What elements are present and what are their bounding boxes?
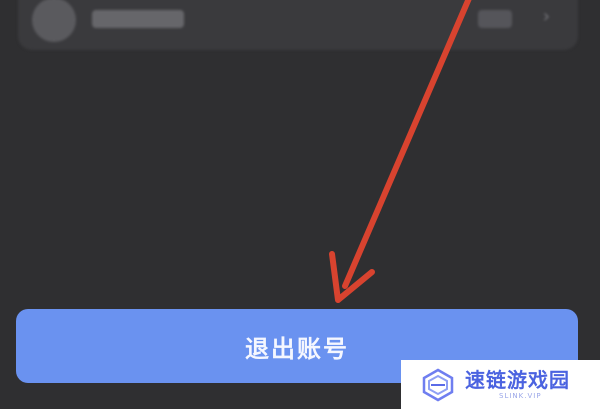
app-screen: •••••• › 退出账号 速链游戏园 SLINK.VIP bbox=[0, 0, 600, 409]
watermark-title: 速链游戏园 bbox=[465, 367, 570, 392]
watermark: 速链游戏园 SLINK.VIP bbox=[401, 360, 600, 409]
watermark-subtitle: SLINK.VIP bbox=[499, 391, 542, 400]
watermark-text: 速链游戏园 SLINK.VIP bbox=[465, 370, 570, 400]
cube-logo-icon bbox=[422, 368, 454, 401]
